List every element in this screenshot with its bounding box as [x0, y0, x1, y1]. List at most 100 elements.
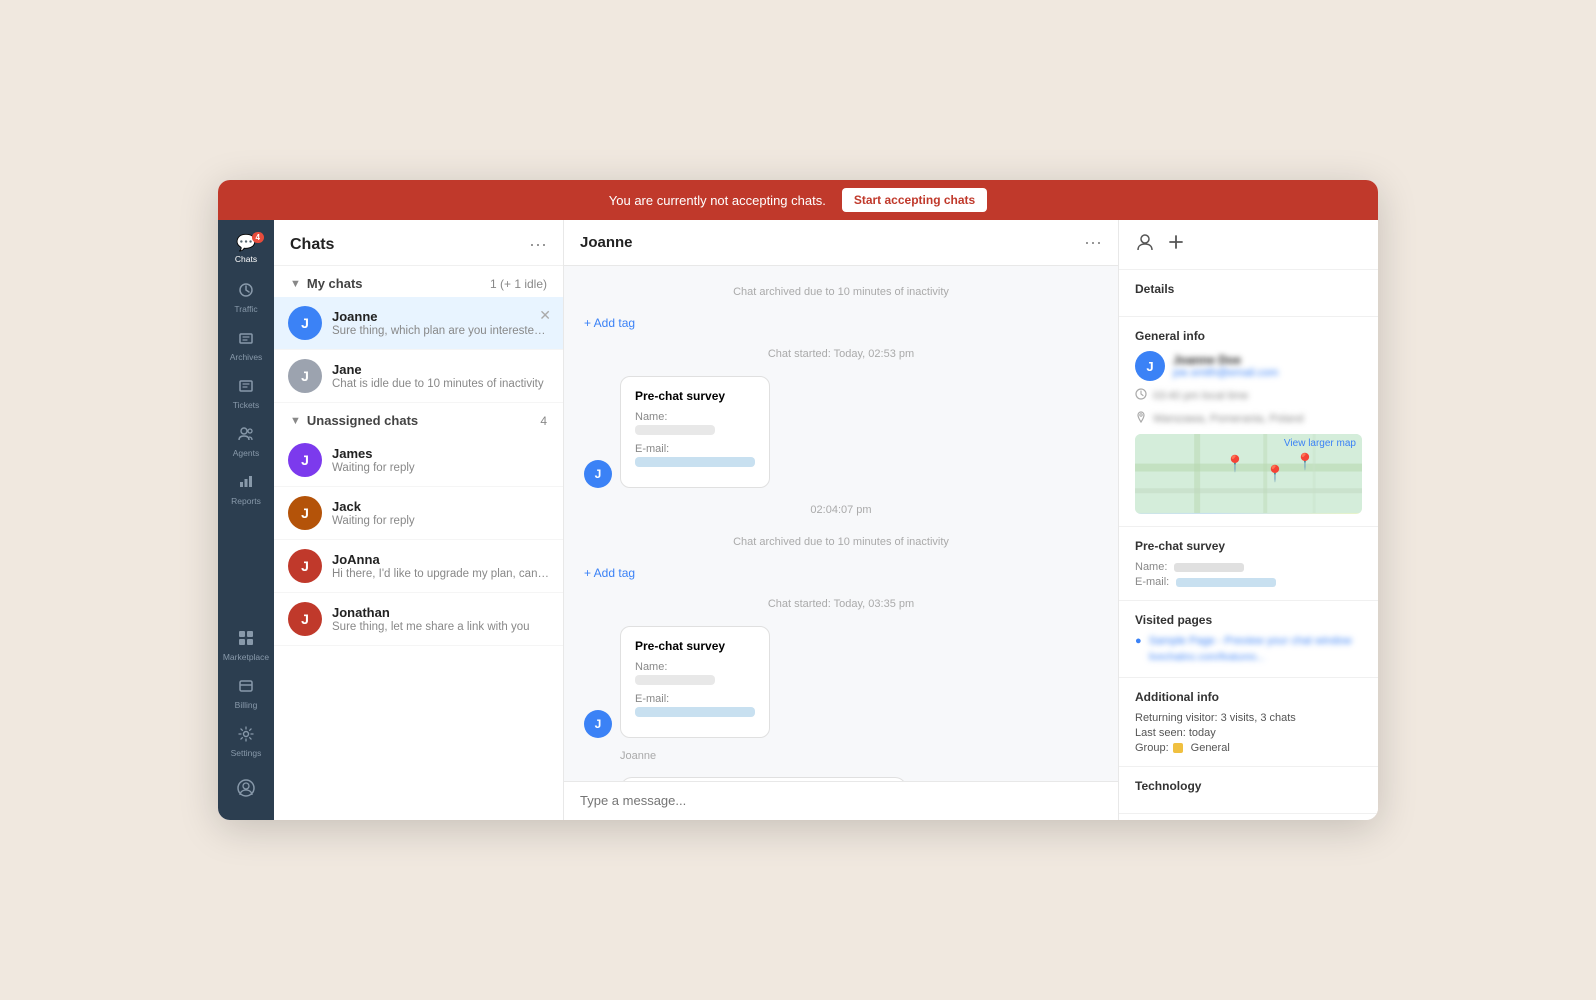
survey-message-2: J Pre-chat survey Name: E-mail:: [584, 626, 1098, 738]
archives-icon: [238, 330, 254, 350]
details-section: Details: [1119, 270, 1378, 317]
system-msg-archived-2: Chat archived due to 10 minutes of inact…: [584, 536, 1098, 548]
survey-email-val-2: [635, 707, 755, 717]
nav-item-tickets[interactable]: Tickets: [224, 372, 268, 416]
page-bullet: ●: [1135, 635, 1142, 647]
avatar-jonathan: J: [288, 602, 322, 636]
chat-preview-joanna: Hi there, I'd like to upgrade my plan, c…: [332, 568, 549, 580]
banner-message: You are currently not accepting chats.: [609, 193, 826, 208]
chat-list-more-button[interactable]: ···: [529, 234, 547, 255]
group-label: Group:: [1135, 742, 1169, 754]
chat-preview-jane: Chat is idle due to 10 minutes of inacti…: [332, 378, 549, 390]
add-tag-button-2[interactable]: + Add tag: [584, 564, 1098, 582]
survey-name-label: Name:: [1135, 561, 1167, 573]
survey-name-val-1: [635, 425, 715, 435]
nav-item-profile[interactable]: [224, 768, 268, 812]
nav-item-reports[interactable]: Reports: [224, 468, 268, 512]
chat-name-jane: Jane: [332, 362, 549, 377]
chat-name-james: James: [332, 446, 549, 461]
profile-icon: [237, 779, 255, 801]
nav-item-agents[interactable]: Agents: [224, 420, 268, 464]
avatar-joanne: J: [288, 306, 322, 340]
chat-list-header: Chats ···: [274, 220, 563, 266]
last-seen: Last seen: today: [1135, 727, 1362, 739]
chat-header-more-button[interactable]: ···: [1084, 232, 1102, 253]
my-chats-label: My chats: [307, 276, 363, 291]
chat-item-jack[interactable]: J Jack Waiting for reply: [274, 487, 563, 540]
survey-email-value: [1176, 578, 1276, 587]
location-icon: [1135, 410, 1147, 428]
technology-title: Technology: [1135, 779, 1362, 793]
marketplace-icon: [238, 630, 254, 650]
nav-item-marketplace[interactable]: Marketplace: [224, 624, 268, 668]
chat-item-joanna[interactable]: J JoAnna Hi there, I'd like to upgrade m…: [274, 540, 563, 593]
right-panel-header: [1119, 220, 1378, 270]
system-msg-archived-1: Chat archived due to 10 minutes of inact…: [584, 286, 1098, 298]
my-chats-chevron: ▼: [290, 278, 301, 290]
survey-name-value: [1174, 563, 1244, 572]
pre-chat-survey-title: Pre-chat survey: [1135, 539, 1362, 553]
details-title: Details: [1135, 282, 1362, 296]
chats-badge: 4: [252, 232, 264, 243]
start-accepting-chats-button[interactable]: Start accepting chats: [842, 188, 987, 212]
additional-info-section: Additional info Returning visitor: 3 vis…: [1119, 678, 1378, 767]
chat-preview-jack: Waiting for reply: [332, 515, 549, 527]
chat-list-panel: Chats ··· ▼ My chats 1 (+ 1 idle) J Joan…: [274, 220, 564, 820]
clock-icon: [1135, 387, 1147, 405]
nav-item-chats[interactable]: 💬 Chats 4: [224, 228, 268, 272]
map-pin-2: 📍: [1265, 464, 1285, 484]
chat-input-area: [564, 781, 1118, 820]
chat-preview-joanne: Sure thing, which plan are you intereste…: [332, 325, 549, 337]
survey-avatar-2: J: [584, 710, 612, 738]
survey-bubble-2: Pre-chat survey Name: E-mail:: [620, 626, 770, 738]
system-msg-started-1: Chat started: Today, 02:53 pm: [584, 348, 1098, 360]
chat-item-jonathan[interactable]: J Jonathan Sure thing, let me share a li…: [274, 593, 563, 646]
close-joanne-button[interactable]: ✕: [539, 307, 551, 324]
chat-item-joanne[interactable]: J Joanne Sure thing, which plan are you …: [274, 297, 563, 350]
technology-section: Technology: [1119, 767, 1378, 814]
chat-preview-jonathan: Sure thing, let me share a link with you: [332, 621, 549, 633]
contact-avatar: J: [1135, 351, 1165, 381]
page-title: Sample Page - Preview your chat window: [1149, 635, 1352, 647]
app-container: You are currently not accepting chats. S…: [218, 180, 1378, 820]
general-info-title: General info: [1135, 329, 1362, 343]
chat-name-jonathan: Jonathan: [332, 605, 549, 620]
chat-preview-james: Waiting for reply: [332, 462, 549, 474]
my-chats-section-header[interactable]: ▼ My chats 1 (+ 1 idle): [274, 266, 563, 297]
system-msg-time: 02:04:07 pm: [584, 504, 1098, 516]
chat-name-joanna: JoAnna: [332, 552, 549, 567]
settings-icon: [238, 726, 254, 746]
nav-item-billing[interactable]: Billing: [224, 672, 268, 716]
add-contact-button[interactable]: [1167, 233, 1185, 256]
unassigned-chats-count: 4: [540, 414, 547, 428]
returning-visitor: Returning visitor: 3 visits, 3 chats: [1135, 712, 1362, 724]
survey-name-val-2: [635, 675, 715, 685]
my-chats-count: 1 (+ 1 idle): [490, 277, 547, 291]
general-info-section: General info J Joanne Doe joe.smith@emai…: [1119, 317, 1378, 527]
chat-header-name: Joanne: [580, 234, 633, 251]
main-body: 💬 Chats 4 Traffic Archives Tic: [218, 220, 1378, 820]
contact-location: Warszawa, Pomerania, Poland: [1153, 413, 1304, 425]
contact-profile-icon[interactable]: [1135, 232, 1155, 257]
tickets-icon: [238, 378, 254, 398]
unassigned-chats-section-header[interactable]: ▼ Unassigned chats 4: [274, 403, 563, 434]
chat-header: Joanne ···: [564, 220, 1118, 266]
map-link[interactable]: View larger map: [1284, 438, 1356, 449]
reports-icon: [238, 474, 254, 494]
top-banner: You are currently not accepting chats. S…: [218, 180, 1378, 220]
survey-message-1: J Pre-chat survey Name: E-mail:: [584, 376, 1098, 488]
chat-input[interactable]: [580, 793, 1102, 808]
group-name: General: [1191, 742, 1230, 754]
contact-email-blurred: joe.smith@email.com: [1173, 367, 1278, 379]
nav-item-settings[interactable]: Settings: [224, 720, 268, 764]
nav-item-traffic[interactable]: Traffic: [224, 276, 268, 320]
chat-main: Joanne ··· Chat archived due to 10 minut…: [564, 220, 1118, 820]
visited-pages-section: Visited pages ● Sample Page - Preview yo…: [1119, 601, 1378, 678]
page-url: livechatinc.com/features...: [1149, 652, 1265, 663]
avatar-joanna: J: [288, 549, 322, 583]
unassigned-chats-chevron: ▼: [290, 415, 301, 427]
chat-item-jane[interactable]: J Jane Chat is idle due to 10 minutes of…: [274, 350, 563, 403]
add-tag-button-1[interactable]: + Add tag: [584, 314, 1098, 332]
chat-item-james[interactable]: J James Waiting for reply: [274, 434, 563, 487]
nav-item-archives[interactable]: Archives: [224, 324, 268, 368]
